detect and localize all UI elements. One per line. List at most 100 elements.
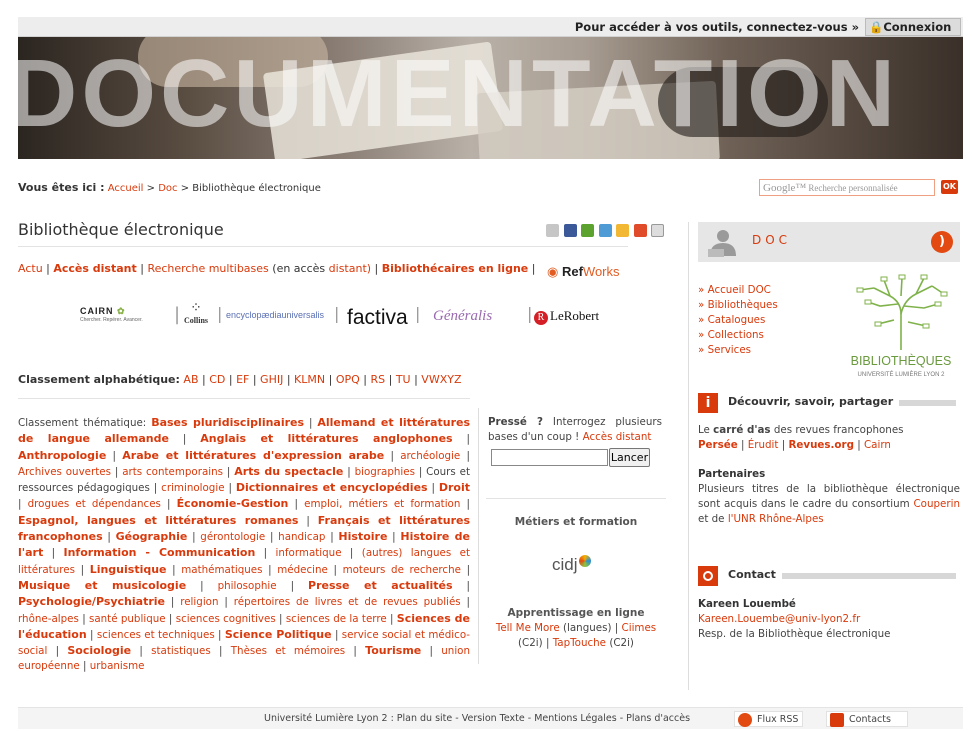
encyclopaedia-universalis-logo[interactable]: encyclopædiauniversalis	[226, 310, 324, 320]
theme-item[interactable]: Dictionnaires et encyclopédies	[236, 481, 428, 494]
link-cairn[interactable]: Cairn	[864, 439, 891, 451]
multisearch-input[interactable]	[491, 449, 608, 466]
theme-item[interactable]: handicap	[278, 531, 325, 543]
refworks-logo[interactable]: ◉ RefWorks	[547, 264, 620, 280]
breadcrumb-doc[interactable]: Doc	[158, 183, 177, 194]
footer-links[interactable]: Université Lumière Lyon 2 : Plan du site…	[264, 713, 690, 724]
lancer-button[interactable]: Lancer	[609, 448, 650, 467]
theme-item[interactable]: statistiques	[151, 645, 211, 657]
theme-item[interactable]: Musique et musicologie	[18, 579, 186, 592]
theme-item[interactable]: Droit	[439, 481, 470, 494]
alpha-klmn[interactable]: KLMN	[294, 373, 325, 386]
footer-contacts-button[interactable]: Contacts	[826, 711, 908, 727]
link-unr[interactable]: l'UNR Rhône-Alpes	[728, 513, 824, 525]
login-button[interactable]: 🔒Connexion	[865, 18, 961, 36]
nav-accueil-doc[interactable]: » Accueil DOC	[698, 283, 778, 298]
alpha-cd[interactable]: CD	[209, 373, 225, 386]
nav-collections[interactable]: » Collections	[698, 328, 778, 343]
cairn-logo[interactable]: CAIRN ✿ Chercher. Repérer. Avancer.	[80, 306, 143, 323]
theme-item[interactable]: religion	[180, 596, 218, 608]
theme-item[interactable]: arts contemporains	[122, 466, 223, 478]
theme-item[interactable]: Presse et actualités	[308, 579, 453, 592]
theme-item[interactable]: Psychologie/Psychiatrie	[18, 595, 165, 608]
generalis-logo[interactable]: Généralis	[433, 308, 492, 325]
theme-item[interactable]: Anglais et littératures anglophones	[200, 432, 452, 445]
theme-item[interactable]: Science Politique	[225, 628, 332, 641]
theme-item[interactable]: médecine	[277, 564, 328, 576]
theme-item[interactable]: criminologie	[161, 482, 224, 494]
theme-item[interactable]: urbanisme	[90, 660, 145, 672]
google-search-input[interactable]: Google™ Recherche personnalisée	[759, 179, 935, 196]
theme-item[interactable]: Arabe et littératures d'expression arabe	[122, 449, 384, 462]
alpha-ghij[interactable]: GHIJ	[260, 373, 283, 386]
contact-email-link[interactable]: Kareen.Louembe@univ-lyon2.fr	[698, 613, 860, 625]
theme-item[interactable]: Archives ouvertes	[18, 466, 111, 478]
ciimes-link[interactable]: Ciimes	[622, 622, 657, 634]
search-ok-button[interactable]: OK	[941, 180, 958, 194]
link-recherche-multibases[interactable]: Recherche multibases	[147, 262, 268, 275]
theme-item[interactable]: Bases pluridisciplinaires	[151, 416, 304, 429]
header-banner: DOCUMENTATION	[18, 37, 963, 159]
theme-item[interactable]: Arts du spectacle	[234, 465, 343, 478]
more-share-icon[interactable]	[633, 224, 647, 237]
theme-item[interactable]: Information - Communication	[64, 546, 256, 559]
theme-item[interactable]: Économie-Gestion	[177, 497, 289, 510]
nav-catalogues[interactable]: » Catalogues	[698, 313, 778, 328]
theme-item[interactable]: santé publique	[89, 613, 166, 625]
theme-item[interactable]: emploi, métiers et formation	[304, 498, 460, 510]
alpha-ab[interactable]: AB	[183, 373, 198, 386]
presse-acces-distant-link[interactable]: Accès distant	[583, 431, 652, 443]
collins-logo[interactable]: ⁘ Collins	[184, 302, 208, 326]
footer-rss-button[interactable]: Flux RSS	[734, 711, 804, 727]
theme-item[interactable]: Anthropologie	[18, 449, 106, 462]
theme-item[interactable]: moteurs de recherche	[343, 564, 461, 576]
alpha-vwxyz[interactable]: VWXYZ	[421, 373, 461, 386]
theme-item[interactable]: biographies	[355, 466, 415, 478]
theme-item[interactable]: philosophie	[218, 580, 277, 592]
link-actu[interactable]: Actu	[18, 262, 43, 275]
theme-item[interactable]: drogues et dépendances	[28, 498, 161, 510]
theme-item[interactable]: sciences cognitives	[176, 613, 276, 625]
alpha-rs[interactable]: RS	[370, 373, 385, 386]
theme-item[interactable]: Histoire	[338, 530, 387, 543]
alpha-ef[interactable]: EF	[236, 373, 249, 386]
theme-item[interactable]: sciences et techniques	[97, 629, 215, 641]
theme-item[interactable]: archéologie	[400, 450, 460, 462]
facebook-share-icon[interactable]	[563, 224, 577, 237]
cidj-logo[interactable]: cidj	[552, 555, 591, 575]
favorite-share-icon[interactable]	[616, 224, 629, 237]
factiva-logo[interactable]: factiva	[347, 306, 408, 330]
link-persee[interactable]: Persée	[698, 439, 738, 451]
link-distant[interactable]: distant)	[329, 262, 371, 275]
theme-item[interactable]: informatique	[276, 547, 342, 559]
print-icon[interactable]	[651, 224, 664, 237]
theme-item[interactable]: répertoires de livres et de revues publi…	[234, 596, 461, 608]
theme-item[interactable]: sciences de la terre	[286, 613, 387, 625]
taptouche-link[interactable]: TapTouche	[553, 637, 606, 649]
theme-item[interactable]: gérontologie	[200, 531, 265, 543]
theme-item[interactable]: rhône-alpes	[18, 613, 79, 625]
link-erudit[interactable]: Érudit	[748, 439, 779, 451]
lerobert-logo[interactable]: R LeRobert	[534, 308, 599, 325]
theme-item[interactable]: Géographie	[116, 530, 188, 543]
alpha-opq[interactable]: OPQ	[336, 373, 360, 386]
nav-bibliotheques[interactable]: » Bibliothèques	[698, 298, 778, 313]
email-share-icon[interactable]	[546, 224, 559, 237]
theme-item[interactable]: Espagnol, langues et littératures romane…	[18, 514, 298, 527]
theme-item[interactable]: Thèses et mémoires	[231, 645, 345, 657]
breadcrumb-accueil[interactable]: Accueil	[108, 183, 144, 194]
theme-item[interactable]: Sociologie	[67, 644, 131, 657]
link-couperin[interactable]: Couperin	[913, 498, 960, 510]
rss-icon[interactable]: )	[931, 231, 953, 253]
tell-me-more-link[interactable]: Tell Me More	[496, 622, 560, 634]
theme-item[interactable]: Tourisme	[365, 644, 421, 657]
theme-item[interactable]: mathématiques	[181, 564, 262, 576]
link-revues-org[interactable]: Revues.org	[788, 439, 854, 451]
add-share-icon[interactable]	[581, 224, 594, 237]
link-acces-distant[interactable]: Accès distant	[53, 262, 136, 275]
twitter-share-icon[interactable]	[598, 224, 612, 237]
link-bibliothecaires[interactable]: Bibliothécaires en ligne	[382, 262, 528, 275]
alpha-tu[interactable]: TU	[396, 373, 411, 386]
theme-item[interactable]: Linguistique	[90, 563, 167, 576]
nav-services[interactable]: » Services	[698, 343, 778, 358]
